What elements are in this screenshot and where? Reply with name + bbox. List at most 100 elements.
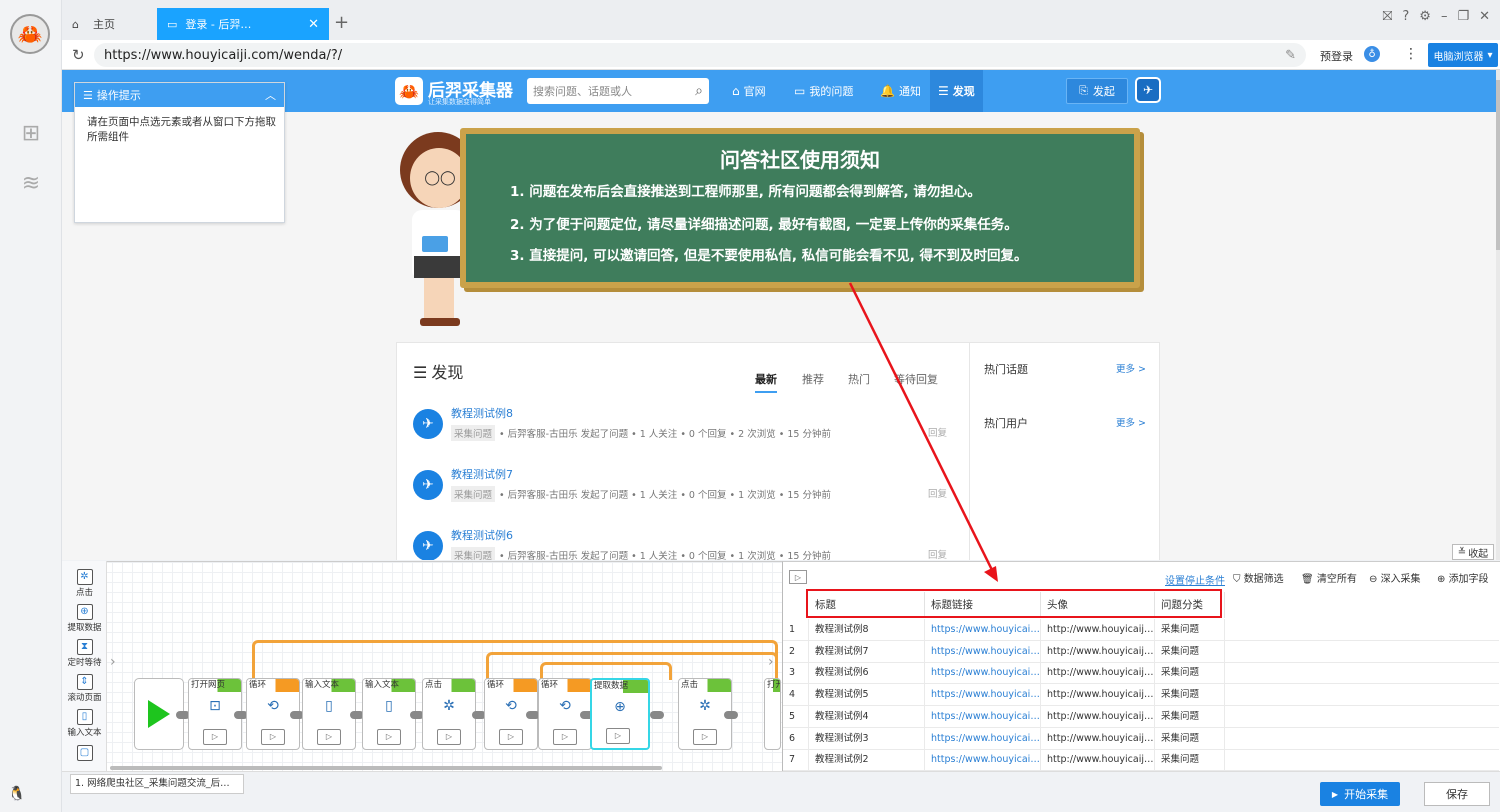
preview-play-icon[interactable]: ▷ xyxy=(789,570,807,584)
question-title[interactable]: 教程测试例7 xyxy=(451,466,513,482)
deep-collect-button[interactable]: ⊖ 深入采集 xyxy=(1369,570,1421,585)
close-window-icon[interactable]: ✕ xyxy=(1479,9,1490,24)
tool-more[interactable]: ▢ xyxy=(64,745,105,762)
avatar[interactable]: ✈ xyxy=(413,531,443,560)
avatar[interactable]: ✈ xyxy=(413,470,443,500)
start-collect-label: 开始采集 xyxy=(1344,788,1389,801)
stop-condition-link[interactable]: 设置停止条件 xyxy=(1165,572,1225,587)
browser-mode-button[interactable]: 电脑浏览器 ▾ xyxy=(1428,43,1498,67)
question-tag[interactable]: 采集问题 xyxy=(451,425,496,441)
flow-node-input[interactable]: 输入文本 ▯ ▷ xyxy=(362,678,416,750)
extension-icon[interactable]: ♁ xyxy=(1364,46,1380,62)
flow-node-input[interactable]: 输入文本 ▯ ▷ xyxy=(302,678,356,750)
tab-home[interactable]: ⌂ 主页 xyxy=(62,8,157,40)
tab-recommend[interactable]: 推荐 xyxy=(802,371,824,387)
flow-node-open-page[interactable]: 打开 xyxy=(764,678,781,750)
restore-icon[interactable]: ❐ xyxy=(1457,9,1469,24)
bell-icon: 🔔 xyxy=(880,84,895,98)
url-input[interactable]: https://www.houyicaiji.com/wenda/?/ ✎ xyxy=(94,43,1306,67)
nav-discover[interactable]: ☰ 发现 xyxy=(930,70,983,112)
tool-wait[interactable]: ⧗ 定时等待 xyxy=(64,639,105,668)
node-play-icon[interactable]: ▷ xyxy=(203,729,227,745)
help-icon[interactable]: ? xyxy=(1402,9,1409,24)
tool-extract[interactable]: ⊕ 提取数据 xyxy=(64,604,105,633)
gift-icon[interactable]: ⛝ xyxy=(1382,9,1392,24)
flow-node-click[interactable]: 点击 ✲ ▷ xyxy=(422,678,476,750)
reload-icon[interactable]: ↻ xyxy=(72,46,85,64)
tab-login[interactable]: ▭ 登录 - 后羿… ✕ xyxy=(157,8,329,40)
layers-icon[interactable]: ≋ xyxy=(18,170,44,196)
add-field-button[interactable]: ⊕ 添加字段 xyxy=(1437,570,1489,585)
search-icon[interactable]: ⌕ xyxy=(695,83,703,99)
table-cell: https://www.houyicaiji.c... xyxy=(925,662,1041,685)
node-play-icon[interactable]: ▷ xyxy=(437,729,461,745)
list-icon: ☰ xyxy=(938,84,949,98)
node-play-icon[interactable]: ▷ xyxy=(317,729,341,745)
table-row[interactable]: 6 教程测试例3 https://www.houyicaiji.c... http:/… xyxy=(783,727,1499,750)
more-menu-icon[interactable]: ⋮ xyxy=(1404,46,1418,62)
node-play-icon[interactable]: ▷ xyxy=(377,729,401,745)
save-button[interactable]: 保存 xyxy=(1424,782,1490,806)
prelogin-button[interactable]: 预登录 xyxy=(1320,48,1353,64)
tab-latest[interactable]: 最新 xyxy=(755,371,777,393)
node-play-icon[interactable]: ▷ xyxy=(499,729,523,745)
chevron-up-icon[interactable]: ︿ xyxy=(265,87,276,103)
reply-link[interactable]: 回复 xyxy=(928,486,947,500)
user-avatar[interactable]: ✈ xyxy=(1135,77,1161,103)
question-tag[interactable]: 采集问题 xyxy=(451,486,496,502)
tool-scroll[interactable]: ⇕ 滚动页面 xyxy=(64,674,105,703)
edit-icon[interactable]: ✎ xyxy=(1285,48,1296,63)
tool-click[interactable]: ✲ 点击 xyxy=(64,569,105,598)
gear-icon[interactable]: ⚙ xyxy=(1419,9,1431,24)
node-play-icon[interactable]: ▷ xyxy=(261,729,285,745)
reply-link[interactable]: 回复 xyxy=(928,547,947,560)
clear-all-button[interactable]: 🗑 清空所有 xyxy=(1301,570,1357,585)
node-play-icon[interactable]: ▷ xyxy=(693,729,717,745)
question-title[interactable]: 教程测试例8 xyxy=(451,405,513,421)
add-task-icon[interactable]: ⊞ xyxy=(18,120,44,146)
table-row[interactable]: 7 教程测试例2 https://www.houyicaiji.c... http:/… xyxy=(783,749,1499,772)
play-icon: ▶ xyxy=(1331,789,1339,799)
task-tab[interactable]: 1. 网络爬虫社区_采集问题交流_后… xyxy=(70,774,244,794)
flow-node-extract[interactable]: 提取数据 ⊕ ▷ xyxy=(590,678,650,750)
start-collect-button[interactable]: ▶ 开始采集 xyxy=(1320,782,1400,806)
table-row[interactable]: 1 教程测试例8 https://www.houyicaiji.c... http:/… xyxy=(783,619,1499,641)
page-scrollbar-thumb[interactable] xyxy=(1496,80,1500,250)
tab-hot[interactable]: 热门 xyxy=(848,371,870,387)
new-tab-icon[interactable]: + xyxy=(334,12,349,33)
chevron-right-icon[interactable]: › xyxy=(110,654,116,670)
table-row[interactable]: 5 教程测试例4 https://www.houyicaiji.c... http:/… xyxy=(783,705,1499,728)
app-logo-icon[interactable]: 🦀 xyxy=(10,14,50,54)
reply-link[interactable]: 回复 xyxy=(928,425,947,439)
table-row[interactable]: 4 教程测试例5 https://www.houyicaiji.c... http:/… xyxy=(783,684,1499,707)
node-play-icon[interactable]: ▷ xyxy=(606,728,630,744)
nav-home[interactable]: ⌂ 官网 xyxy=(724,70,774,112)
minimize-icon[interactable]: – xyxy=(1441,9,1448,24)
more-link[interactable]: 更多 > xyxy=(1116,361,1146,377)
tab-waiting[interactable]: 等待回复 xyxy=(894,371,938,387)
question-tag[interactable]: 采集问题 xyxy=(451,547,496,560)
site-search-input[interactable]: 搜索问题、话题或人 ⌕ xyxy=(527,78,709,104)
table-cell: http://www.houyicaiji.co... xyxy=(1041,727,1155,750)
flow-scrollbar[interactable] xyxy=(110,766,662,770)
site-brand-sub: 让采集数据变得简单 xyxy=(428,98,491,106)
site-logo-icon[interactable]: 🦀 xyxy=(395,77,423,105)
close-icon[interactable]: ✕ xyxy=(308,17,319,32)
nav-notifications[interactable]: 🔔 通知 xyxy=(872,70,929,112)
table-row[interactable]: 3 教程测试例6 https://www.houyicaiji.c... http:/… xyxy=(783,662,1499,685)
collapse-button[interactable]: ≚ 收起 xyxy=(1452,544,1494,560)
filter-button[interactable]: ⛉ 数据筛选 xyxy=(1233,570,1284,585)
table-row[interactable]: 2 教程测试例7 https://www.houyicaiji.c... http:/… xyxy=(783,640,1499,663)
question-title[interactable]: 教程测试例6 xyxy=(451,527,513,543)
launch-button[interactable]: ⎘ 发起 xyxy=(1066,78,1128,104)
table-cell: https://www.houyicaiji.c... xyxy=(925,749,1041,772)
node-play-icon[interactable]: ▷ xyxy=(553,729,577,745)
tips-header[interactable]: ☰ 操作提示 ︿ xyxy=(75,83,284,107)
qq-icon[interactable]: 🐧 xyxy=(8,786,25,802)
tool-input[interactable]: ▯ 输入文本 xyxy=(64,709,105,738)
node-title: 打开 xyxy=(765,679,780,692)
hourglass-icon: ⧗ xyxy=(76,639,93,655)
more-link[interactable]: 更多 > xyxy=(1116,415,1146,431)
avatar[interactable]: ✈ xyxy=(413,409,443,439)
nav-my-questions[interactable]: ▭ 我的问题 xyxy=(786,70,861,112)
